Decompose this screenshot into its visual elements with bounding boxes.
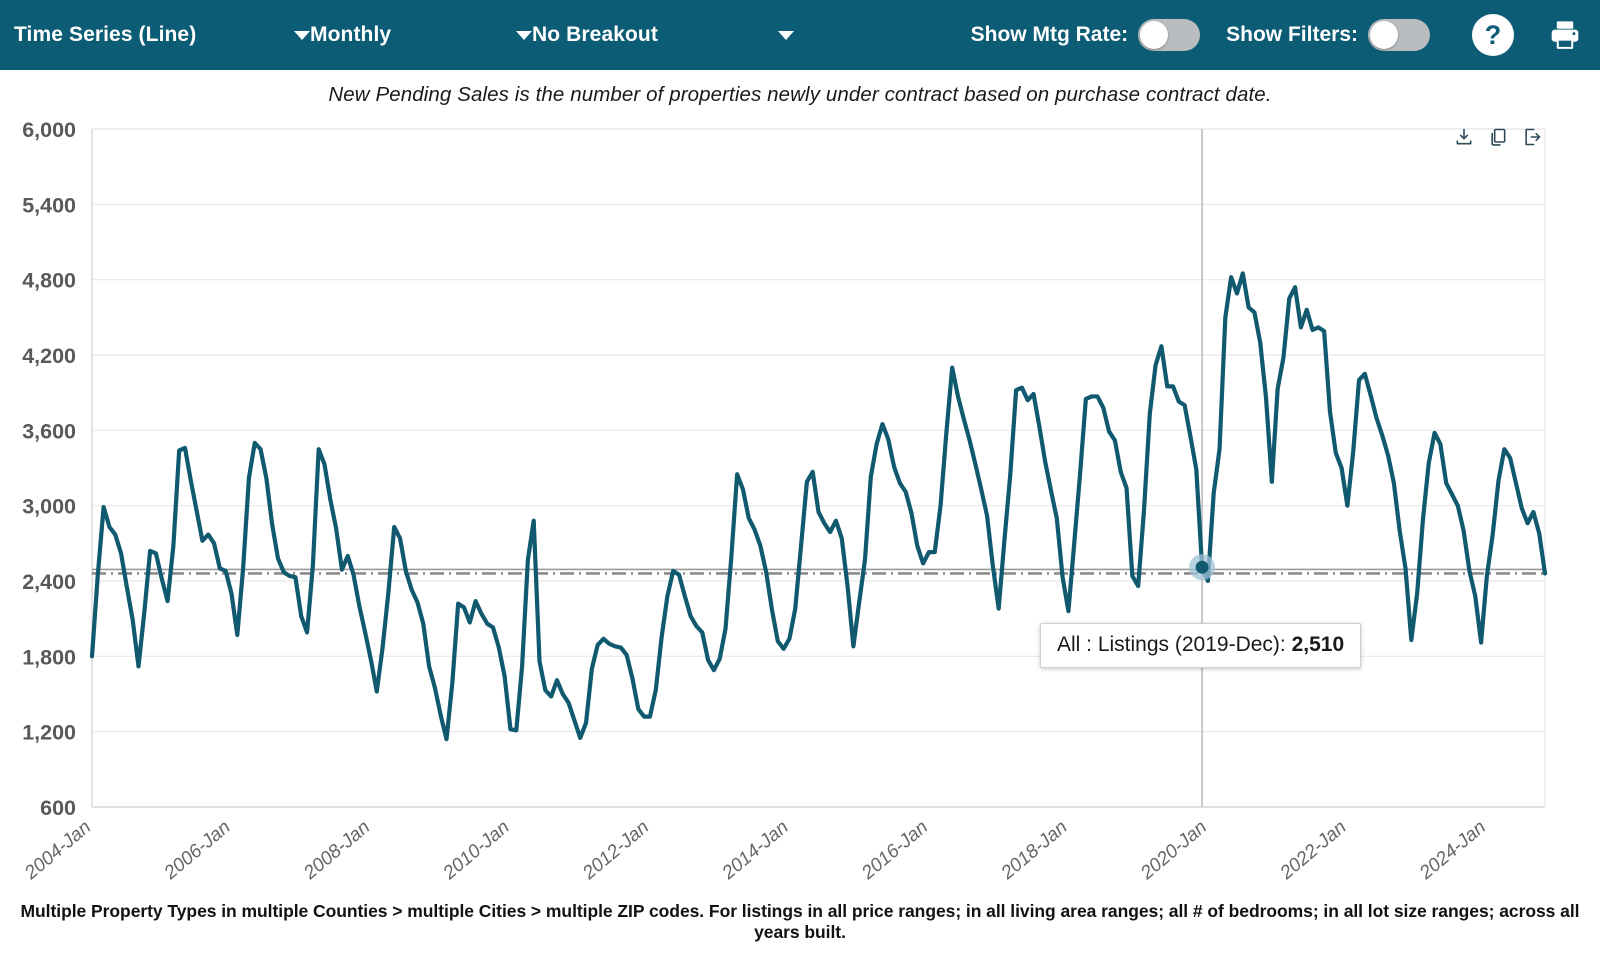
series-line-all-listings[interactable]: [89, 271, 1548, 742]
y-axis-tick-label: 2,400: [22, 570, 76, 594]
chevron-down-icon: [778, 30, 794, 40]
x-axis-tick-label: 2008-Jan: [299, 817, 374, 885]
help-button[interactable]: ?: [1472, 14, 1514, 56]
question-mark-icon: ?: [1484, 19, 1502, 50]
y-axis-tick-label: 4,200: [22, 344, 76, 368]
printer-icon: [1551, 21, 1579, 49]
breakout-dropdown[interactable]: No Breakout: [532, 23, 794, 47]
filter-summary-footer: Multiple Property Types in multiple Coun…: [20, 901, 1580, 942]
toggle-knob: [1370, 21, 1398, 49]
y-axis-tick-label: 6,000: [22, 118, 76, 142]
x-axis-tick-label: 2016-Jan: [857, 817, 932, 885]
toggle-knob: [1140, 21, 1169, 49]
y-axis-tick-label: 3,600: [22, 419, 76, 443]
print-button[interactable]: [1548, 18, 1582, 52]
chart-type-dropdown[interactable]: Time Series (Line): [14, 23, 310, 47]
toolbar: Time Series (Line) Monthly No Breakout S…: [0, 0, 1600, 70]
x-axis-tick-label: 2012-Jan: [578, 817, 653, 885]
time-series-chart[interactable]: 600 1,200 1,800 2,400 3,000 3,600 4,200 4,800 5,…: [0, 107, 1600, 897]
interval-value: Monthly: [310, 23, 392, 46]
x-axis-tick-label: 2022-Jan: [1276, 817, 1351, 885]
breakout-value: No Breakout: [532, 23, 658, 46]
x-axis-tick-label: 2014-Jan: [718, 817, 793, 885]
x-axis-tick-label: 2006-Jan: [160, 817, 235, 885]
show-filters-toggle[interactable]: [1368, 19, 1430, 51]
x-axis-tick-label: 2018-Jan: [997, 817, 1072, 885]
datapoint-tooltip: All : Listings (2019-Dec): 2,510: [1040, 623, 1362, 668]
x-axis-tick-label: 2020-Jan: [1136, 817, 1211, 885]
y-axis-tick-label: 5,400: [22, 193, 76, 217]
show-mtg-rate-toggle[interactable]: [1138, 19, 1201, 51]
download-icon[interactable]: [1454, 127, 1474, 147]
y-axis-tick-label: 4,800: [22, 269, 76, 293]
copy-icon[interactable]: [1488, 127, 1508, 147]
show-filters-group: Show Filters:: [1226, 19, 1430, 51]
y-axis-tick-label: 600: [40, 796, 76, 820]
show-mtg-rate-group: Show Mtg Rate:: [971, 19, 1201, 51]
interval-dropdown[interactable]: Monthly: [310, 23, 532, 47]
export-toolbar: [1454, 127, 1542, 147]
tooltip-value: 2,510: [1291, 633, 1345, 656]
x-axis-tick-label: 2004-Jan: [20, 817, 95, 885]
show-mtg-rate-label: Show Mtg Rate:: [970, 23, 1129, 46]
chevron-down-icon: [516, 30, 532, 40]
y-axis-tick-label: 1,200: [22, 721, 76, 745]
chart-container: 600 1,200 1,800 2,400 3,000 3,600 4,200 4,800 5,…: [0, 107, 1600, 897]
show-filters-label: Show Filters:: [1226, 23, 1358, 46]
export-icon[interactable]: [1522, 127, 1542, 147]
chart-type-value: Time Series (Line): [14, 23, 197, 46]
y-axis-tick-label: 1,800: [22, 645, 76, 669]
x-axis-tick-label: 2010-Jan: [439, 817, 514, 885]
highlight-marker[interactable]: [1195, 560, 1209, 574]
tooltip-prefix: All : Listings (2019-Dec):: [1057, 633, 1292, 656]
chart-description: New Pending Sales is the number of prope…: [328, 83, 1272, 106]
x-axis-tick-label: 2024-Jan: [1415, 817, 1490, 885]
chevron-down-icon: [294, 30, 310, 40]
y-axis-tick-label: 3,000: [22, 495, 76, 519]
